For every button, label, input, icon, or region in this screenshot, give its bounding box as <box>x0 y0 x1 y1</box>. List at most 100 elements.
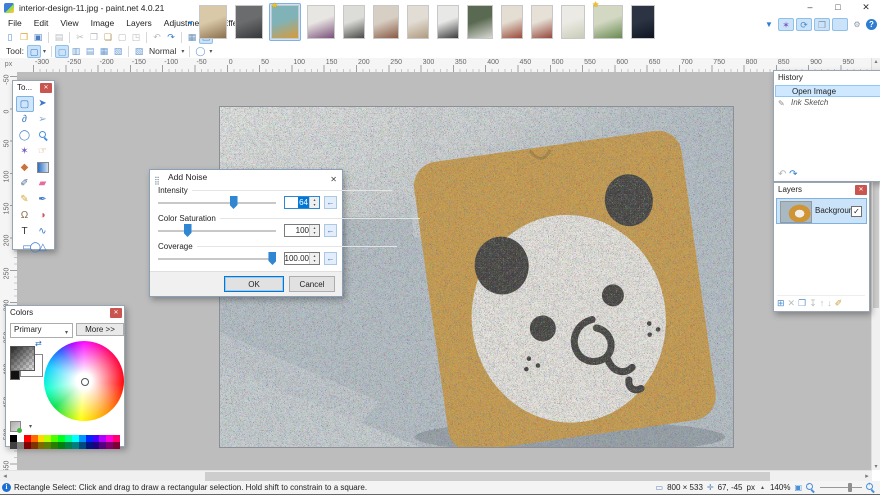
value-field[interactable]: 64▴▾ <box>284 196 320 209</box>
slider-3[interactable] <box>158 252 276 266</box>
recolor-tool[interactable]: ◑ <box>34 208 52 224</box>
image-thumbnail-13[interactable]: ★ <box>591 3 625 41</box>
more-button[interactable]: More >> <box>76 323 124 336</box>
color-wheel-marker[interactable] <box>81 378 89 386</box>
zoom-tool[interactable] <box>34 128 52 144</box>
palette-swatch[interactable] <box>31 442 38 449</box>
slider-1[interactable] <box>158 196 276 210</box>
palette-swatch[interactable] <box>51 435 58 442</box>
move-layer-up-button[interactable]: ↑ <box>820 298 825 309</box>
palette-swatch[interactable] <box>99 435 106 442</box>
blend-mode-value[interactable]: Normal <box>149 46 176 56</box>
image-thumbnail-12[interactable] <box>559 3 587 41</box>
tool-dropdown-caret[interactable]: ▾ <box>43 48 46 55</box>
palette-swatch[interactable] <box>58 442 65 449</box>
zoom-slider[interactable] <box>820 482 862 493</box>
reset-button[interactable]: ← <box>324 196 337 209</box>
paste-button[interactable]: ❏ <box>101 31 115 44</box>
zoom-fit-button[interactable]: ▣ <box>794 483 802 492</box>
palette-menu-caret[interactable]: ▾ <box>29 423 32 430</box>
add-color-button[interactable] <box>10 421 21 432</box>
image-thumbnail-14[interactable] <box>629 3 657 41</box>
add-layer-button[interactable]: ⊞ <box>777 298 785 309</box>
selection-mode-subtract[interactable]: ▤ <box>83 45 97 58</box>
toggle-history-button[interactable]: ⟳ <box>796 18 812 31</box>
palette-swatch[interactable] <box>17 442 24 449</box>
palette-swatch[interactable] <box>10 442 17 449</box>
open-button[interactable]: ❒ <box>17 31 31 44</box>
rectangle-select-tool[interactable]: ▢ <box>16 96 34 112</box>
palette-swatch[interactable] <box>86 442 93 449</box>
copy-button[interactable]: ❐ <box>87 31 101 44</box>
image-thumbnail-3[interactable]: ★ <box>269 3 301 41</box>
palette-swatch[interactable] <box>58 435 65 442</box>
palette-swatch[interactable] <box>106 435 113 442</box>
pan-tool[interactable]: ☞ <box>34 144 52 160</box>
reset-button[interactable]: ← <box>324 252 337 265</box>
palette-swatch[interactable] <box>44 442 51 449</box>
image-thumbnail-5[interactable] <box>341 3 367 41</box>
new-button[interactable]: ▯ <box>3 31 17 44</box>
palette-swatch[interactable] <box>79 442 86 449</box>
menu-view[interactable]: View <box>54 16 84 30</box>
layers-panel-close-icon[interactable]: ✕ <box>855 185 867 195</box>
menu-edit[interactable]: Edit <box>28 16 55 30</box>
strip-scroll-left-icon[interactable]: ◂ <box>188 18 192 27</box>
selection-mode-xor[interactable]: ▧ <box>111 45 125 58</box>
palette-swatch[interactable] <box>72 435 79 442</box>
palette-swatch[interactable] <box>72 442 79 449</box>
ellipse-select-tool[interactable]: ◯ <box>16 128 34 144</box>
palette-swatch[interactable] <box>79 435 86 442</box>
current-tool-icon[interactable]: ▢ <box>27 45 41 58</box>
antialias-caret[interactable]: ▾ <box>209 48 212 55</box>
text-tool[interactable]: T <box>16 224 34 240</box>
swap-colors-icon[interactable]: ⇄ <box>35 339 42 348</box>
paintbrush-tool[interactable]: ✐ <box>16 176 34 192</box>
selection-mode-add[interactable]: ▥ <box>69 45 83 58</box>
image-thumbnail-4[interactable] <box>305 3 337 41</box>
menu-file[interactable]: File <box>2 16 28 30</box>
palette-swatch[interactable] <box>65 442 72 449</box>
dialog-title-bar[interactable]: ⣿ Add Noise ✕ <box>150 170 342 185</box>
palette-swatch[interactable] <box>51 442 58 449</box>
save-button[interactable]: ▣ <box>31 31 45 44</box>
line-curve-tool[interactable]: ∿ <box>34 224 52 240</box>
settings-gear-icon[interactable]: ⚙ <box>850 20 864 29</box>
image-thumbnail-7[interactable] <box>405 3 431 41</box>
toggle-tools-button[interactable]: ✶ <box>778 18 794 31</box>
spinner-arrows[interactable]: ▴▾ <box>309 225 319 236</box>
slider-thumb[interactable] <box>268 252 276 265</box>
palette-swatch[interactable] <box>24 435 31 442</box>
color-picker-tool[interactable]: ✒ <box>34 192 52 208</box>
palette-swatch[interactable] <box>38 442 45 449</box>
selection-mode-replace[interactable]: ▢ <box>55 45 69 58</box>
menu-layers[interactable]: Layers <box>120 16 158 30</box>
image-list-funnel-icon[interactable]: ▼ <box>762 20 776 29</box>
selection-mode-intersect[interactable]: ▦ <box>97 45 111 58</box>
value-field[interactable]: 100▴▾ <box>284 224 320 237</box>
minimize-button[interactable]: – <box>796 0 824 15</box>
print-button[interactable]: ▤ <box>52 31 66 44</box>
magic-wand-tool[interactable]: ✶ <box>16 144 34 160</box>
slider-thumb[interactable] <box>230 196 238 209</box>
pencil-tool[interactable]: ✎ <box>16 192 34 208</box>
primary-color-swatch[interactable] <box>10 346 35 371</box>
zoom-level-value[interactable]: 140% <box>770 483 790 492</box>
palette-swatch[interactable] <box>106 442 113 449</box>
cancel-button[interactable]: Cancel <box>289 276 335 292</box>
palette-swatch[interactable] <box>44 435 51 442</box>
cut-button[interactable]: ✂ <box>73 31 87 44</box>
ok-button[interactable]: OK <box>224 276 284 292</box>
image-thumbnail-2[interactable] <box>233 3 265 41</box>
history-item[interactable]: ✎Ink Sketch <box>775 97 880 109</box>
palette-swatch[interactable] <box>17 435 24 442</box>
redo-button[interactable]: ↷ <box>164 31 178 44</box>
spinner-arrows[interactable]: ▴▾ <box>309 197 319 208</box>
gradient-tool[interactable] <box>34 160 52 176</box>
shapes-tool[interactable]: ▭◯△ <box>16 240 52 256</box>
value-field[interactable]: 100.00▴▾ <box>284 252 320 265</box>
colors-panel-close-icon[interactable]: ✕ <box>110 308 122 318</box>
image-thumbnail-8[interactable] <box>435 3 461 41</box>
delete-layer-button[interactable]: ✕ <box>788 298 796 309</box>
blend-mode-caret[interactable]: ▾ <box>181 48 184 55</box>
